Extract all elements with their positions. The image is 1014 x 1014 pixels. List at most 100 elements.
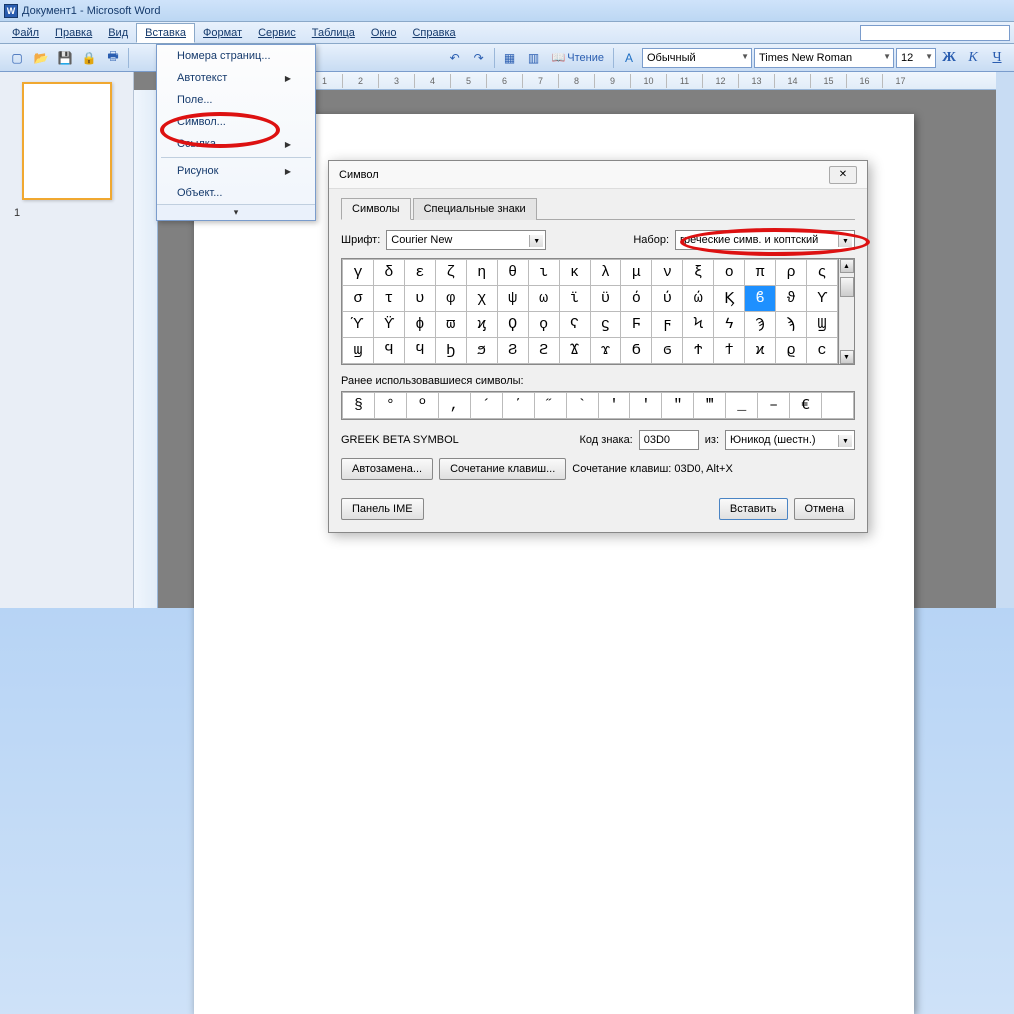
- font-size-combo[interactable]: 12▼: [896, 48, 936, 68]
- symbol-cell[interactable]: Ϗ: [714, 286, 745, 312]
- recent-symbols-grid[interactable]: §°º,´΄˝`'′″‴_–€: [341, 391, 855, 420]
- columns-icon[interactable]: ▥: [523, 47, 545, 69]
- recent-symbol-cell[interactable]: _: [726, 393, 758, 419]
- recent-symbol-cell[interactable]: ´: [470, 393, 502, 419]
- symbol-cell[interactable]: ρ: [776, 260, 807, 286]
- recent-symbol-cell[interactable]: –: [758, 393, 790, 419]
- symbol-cell[interactable]: ε: [404, 260, 435, 286]
- menu-item-autotext[interactable]: Автотекст▶: [157, 67, 315, 89]
- symbol-cell[interactable]: Ϭ: [621, 338, 652, 364]
- recent-symbol-cell[interactable]: ‴: [694, 393, 726, 419]
- undo-icon[interactable]: ↶: [444, 47, 466, 69]
- symbol-cell[interactable]: μ: [621, 260, 652, 286]
- style-combo[interactable]: Обычный▼: [642, 48, 752, 68]
- symbol-cell[interactable]: ϣ: [343, 338, 374, 364]
- symbol-cell[interactable]: ι: [528, 260, 559, 286]
- symbol-cell[interactable]: τ: [373, 286, 404, 312]
- tab-special-chars[interactable]: Специальные знаки: [413, 198, 537, 220]
- dialog-titlebar[interactable]: Символ ✕: [329, 161, 867, 189]
- open-icon[interactable]: 📂: [30, 47, 52, 69]
- symbol-cell[interactable]: ό: [621, 286, 652, 312]
- symbol-cell[interactable]: Ϥ: [373, 338, 404, 364]
- bold-button[interactable]: Ж: [938, 47, 960, 69]
- subset-combo[interactable]: греческие симв. и коптский▼: [675, 230, 855, 250]
- symbol-cell[interactable]: υ: [404, 286, 435, 312]
- style-icon[interactable]: A: [618, 47, 640, 69]
- symbol-cell[interactable]: ϊ: [559, 286, 590, 312]
- menu-format[interactable]: Формат: [195, 24, 250, 42]
- recent-symbol-cell[interactable]: º: [406, 393, 438, 419]
- symbol-cell[interactable]: ϲ: [807, 338, 838, 364]
- recent-symbol-cell[interactable]: `: [566, 393, 598, 419]
- symbol-cell[interactable]: Ϯ: [683, 338, 714, 364]
- symbol-cell[interactable]: ϯ: [714, 338, 745, 364]
- symbol-cell[interactable]: Ϝ: [621, 312, 652, 338]
- symbol-cell[interactable]: δ: [373, 260, 404, 286]
- print-icon[interactable]: 🖶: [102, 47, 124, 69]
- symbol-cell[interactable]: ύ: [652, 286, 683, 312]
- underline-button[interactable]: Ч: [986, 47, 1008, 69]
- tab-symbols[interactable]: Символы: [341, 198, 411, 220]
- close-icon[interactable]: ✕: [829, 166, 857, 184]
- menu-view[interactable]: Вид: [100, 24, 136, 42]
- symbol-cell[interactable]: Ϙ: [497, 312, 528, 338]
- symbol-cell[interactable]: ϐ: [745, 286, 776, 312]
- symbol-cell[interactable]: ϓ: [343, 312, 374, 338]
- menu-item-field[interactable]: Поле...: [157, 89, 315, 111]
- symbol-cell[interactable]: ϙ: [528, 312, 559, 338]
- from-combo[interactable]: Юникод (шестн.)▼: [725, 430, 855, 450]
- symbol-cell[interactable]: ϑ: [776, 286, 807, 312]
- symbol-cell[interactable]: ξ: [683, 260, 714, 286]
- insert-button[interactable]: Вставить: [719, 498, 788, 520]
- symbol-cell[interactable]: ϛ: [590, 312, 621, 338]
- symbol-cell[interactable]: κ: [559, 260, 590, 286]
- menu-file[interactable]: Файл: [4, 24, 47, 42]
- symbol-cell[interactable]: ϧ: [466, 338, 497, 364]
- symbol-cell[interactable]: ς: [807, 260, 838, 286]
- menu-help[interactable]: Справка: [404, 24, 463, 42]
- symbol-cell[interactable]: ϱ: [776, 338, 807, 364]
- redo-icon[interactable]: ↷: [468, 47, 490, 69]
- symbol-cell[interactable]: ϥ: [404, 338, 435, 364]
- menu-item-picture[interactable]: Рисунок▶: [157, 160, 315, 182]
- symbol-cell[interactable]: ν: [652, 260, 683, 286]
- menu-table[interactable]: Таблица: [304, 24, 363, 42]
- font-combo[interactable]: Times New Roman▼: [754, 48, 894, 68]
- symbol-cell[interactable]: ϭ: [652, 338, 683, 364]
- symbol-cell[interactable]: Ϡ: [745, 312, 776, 338]
- symbol-cell[interactable]: ϔ: [373, 312, 404, 338]
- symbol-cell[interactable]: ϟ: [714, 312, 745, 338]
- autocorrect-button[interactable]: Автозамена...: [341, 458, 433, 480]
- symbol-cell[interactable]: ω: [528, 286, 559, 312]
- symbol-cell[interactable]: η: [466, 260, 497, 286]
- symbol-cell[interactable]: ϋ: [590, 286, 621, 312]
- char-code-input[interactable]: 03D0: [639, 430, 699, 450]
- symbol-cell[interactable]: Ϟ: [683, 312, 714, 338]
- ime-panel-button[interactable]: Панель IME: [341, 498, 424, 520]
- symbol-cell[interactable]: ώ: [683, 286, 714, 312]
- cancel-button[interactable]: Отмена: [794, 498, 855, 520]
- menu-item-page-numbers[interactable]: Номера страниц...: [157, 45, 315, 67]
- recent-symbol-cell[interactable]: ΄: [502, 393, 534, 419]
- symbol-cell[interactable]: χ: [466, 286, 497, 312]
- page-thumbnail[interactable]: [22, 82, 112, 200]
- symbol-cell[interactable]: ϒ: [807, 286, 838, 312]
- symbol-cell[interactable]: ϖ: [435, 312, 466, 338]
- shortcut-key-button[interactable]: Сочетание клавиш...: [439, 458, 566, 480]
- italic-button[interactable]: К: [962, 47, 984, 69]
- symbol-cell[interactable]: Ϛ: [559, 312, 590, 338]
- font-combo-dialog[interactable]: Courier New▼: [386, 230, 546, 250]
- symbol-cell[interactable]: ϗ: [466, 312, 497, 338]
- symbol-cell[interactable]: λ: [590, 260, 621, 286]
- save-icon[interactable]: 💾: [54, 47, 76, 69]
- vertical-scrollbar-gutter[interactable]: [996, 72, 1014, 608]
- scroll-up-icon[interactable]: ▲: [840, 259, 854, 273]
- recent-symbol-cell[interactable]: €: [790, 393, 822, 419]
- menu-window[interactable]: Окно: [363, 24, 405, 42]
- recent-symbol-cell[interactable]: [822, 393, 854, 419]
- menu-item-reference[interactable]: Ссылка▶: [157, 133, 315, 155]
- symbol-cell[interactable]: γ: [343, 260, 374, 286]
- new-doc-icon[interactable]: ▢: [6, 47, 28, 69]
- symbol-cell[interactable]: Ϫ: [559, 338, 590, 364]
- menu-item-object[interactable]: Объект...: [157, 182, 315, 204]
